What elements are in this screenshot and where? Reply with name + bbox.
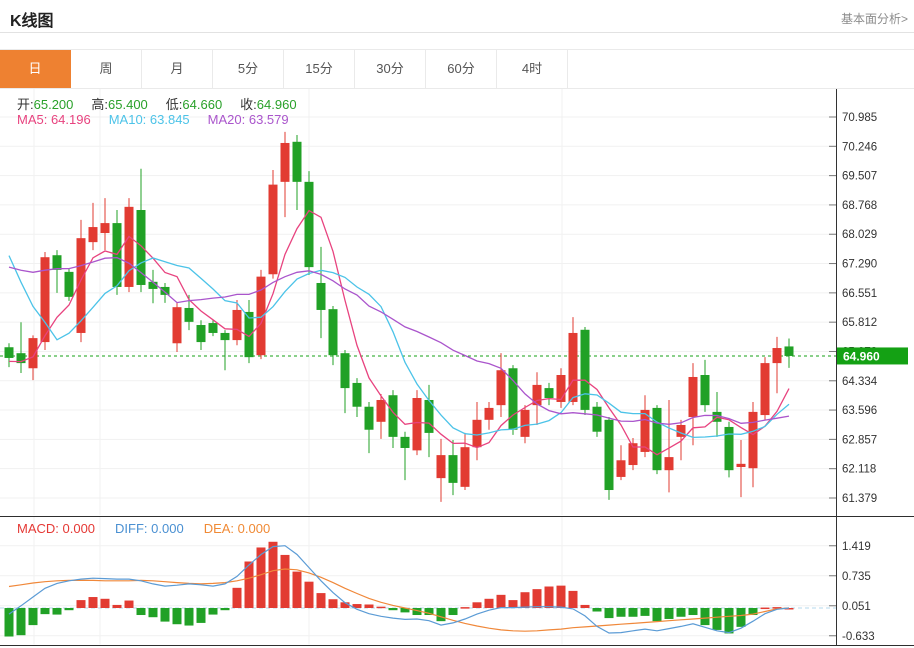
- current-price-label: 64.960: [843, 349, 880, 363]
- axis-tick-label: -0.633: [842, 631, 875, 643]
- ohlc-value: 65.200: [34, 97, 74, 112]
- axis-tick-label: 0.735: [842, 571, 871, 583]
- macd-legend-item: MACD: 0.000: [17, 521, 95, 536]
- ohlc-label: 低:: [166, 97, 183, 112]
- ma-legend: MA5: 64.196 MA10: 63.845 MA20: 63.579: [17, 112, 307, 127]
- ohlc-label: 高:: [91, 97, 108, 112]
- macd-legend-item: DIFF: 0.000: [115, 521, 184, 536]
- tab-15分[interactable]: 15分: [284, 50, 355, 88]
- ma-legend-item: MA5: 64.196: [17, 112, 91, 127]
- ohlc-value: 64.960: [257, 97, 297, 112]
- axis-tick-label: 68.029: [842, 229, 877, 241]
- ohlc-label: 开:: [17, 97, 34, 112]
- tab-日[interactable]: 日: [0, 50, 71, 88]
- axis-tick-label: 1.419: [842, 541, 871, 553]
- tab-5分[interactable]: 5分: [213, 50, 284, 88]
- page-title: K线图: [10, 7, 54, 31]
- axis-tick-label: 65.812: [842, 317, 877, 329]
- axis-tick-label: 62.118: [842, 464, 876, 476]
- axis-tick-label: 66.551: [842, 288, 877, 300]
- axis-tick-label: 68.768: [842, 200, 877, 212]
- axis-tick-label: 69.507: [842, 171, 877, 183]
- kline-page: K线图 基本面分析> 日周月5分15分30分60分4时 开:65.200高:65…: [0, 0, 914, 648]
- axis-tick-label: 70.985: [842, 112, 877, 124]
- axis-tick-label: 0.051: [842, 601, 871, 613]
- fundamental-analysis-link[interactable]: 基本面分析>: [841, 10, 908, 27]
- macd-legend: MACD: 0.000 DIFF: 0.000 DEA: 0.000: [17, 521, 290, 536]
- ohlc-label: 收:: [240, 97, 257, 112]
- tab-周[interactable]: 周: [71, 50, 142, 88]
- ma-legend-item: MA20: 63.579: [208, 112, 289, 127]
- ma-legend-item: MA10: 63.845: [109, 112, 190, 127]
- ohlc-value: 64.660: [182, 97, 222, 112]
- ohlc-value: 65.400: [108, 97, 148, 112]
- axis-tick-label: 70.246: [842, 141, 877, 153]
- tab-4时[interactable]: 4时: [497, 50, 568, 88]
- axis-tick-label: 63.596: [842, 405, 877, 417]
- header: K线图 基本面分析>: [0, 0, 914, 33]
- macd-legend-item: DEA: 0.000: [204, 521, 271, 536]
- macd-layer: [5, 542, 794, 637]
- tab-月[interactable]: 月: [142, 50, 213, 88]
- tab-30分[interactable]: 30分: [355, 50, 426, 88]
- axis-tick-label: 67.290: [842, 259, 877, 271]
- interval-tab-bar: 日周月5分15分30分60分4时: [0, 49, 914, 89]
- axis-tick-label: 64.334: [842, 376, 878, 388]
- grid-layer: [0, 88, 836, 645]
- tab-60分[interactable]: 60分: [426, 50, 497, 88]
- axis-tick-label: 62.857: [842, 434, 877, 446]
- axis-tick-label: 61.379: [842, 493, 877, 505]
- candles-layer: [5, 132, 794, 502]
- ohlc-info-bar: 开:65.200 高:65.400 低:64.660 收:64.960: [17, 94, 315, 113]
